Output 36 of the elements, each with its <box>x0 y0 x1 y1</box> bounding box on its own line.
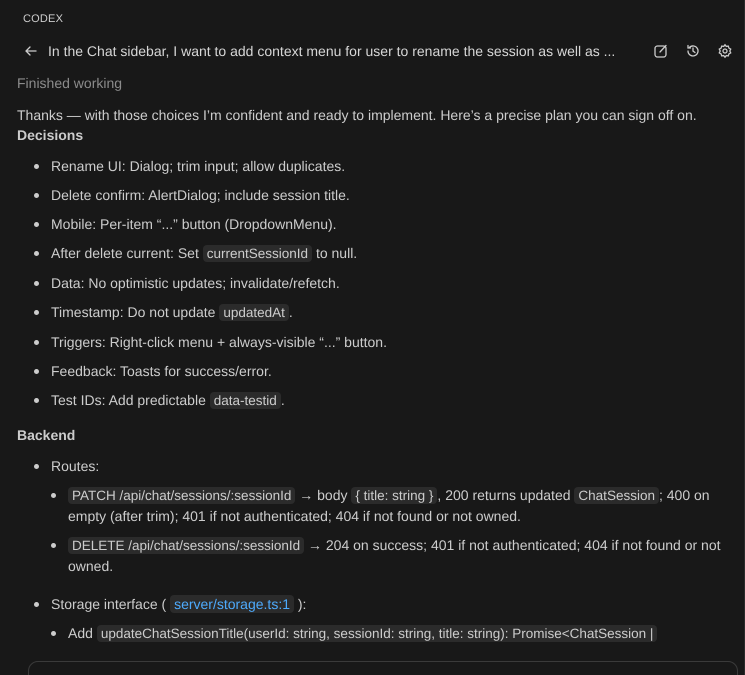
list-item-text: Routes: <box>51 457 100 476</box>
list-item-text: PATCH /api/chat/sessions/:sessionId → body { title: string } , 200 returns updated ChatSession ; 400 on empty (after trim); 401 if not authenticated; 404 if not found or not owned. <box>68 486 711 526</box>
message-paragraph: Thanks — with those choices I’m confident and ready to implement. Here’s a precise plan you can sign off on. <box>17 106 698 125</box>
chat-title: In the Chat sidebar, I want to add context menu for user to rename the session as well as ... <box>48 43 616 59</box>
bullet-icon <box>34 222 39 227</box>
list-item-text: Delete confirm: AlertDialog; include session title. <box>51 186 350 205</box>
list-item-text: Triggers: Right-click menu + always-visible “...” button. <box>51 333 387 352</box>
section-heading: Decisions <box>17 126 84 145</box>
bullet-icon <box>34 193 39 198</box>
list-item-text: Rename UI: Dialog; trim input; allow duplicates. <box>51 157 346 176</box>
list-item-text: Add updateChatSessionTitle(userId: string, sessionId: string, title: string): Promise<ChatSession | <box>68 623 658 644</box>
bullet-icon <box>34 340 39 345</box>
bullet-icon <box>34 602 39 607</box>
bullet-icon <box>34 251 39 256</box>
list-item-text: Data: No optimistic updates; invalidate/refetch. <box>51 274 340 293</box>
file-link[interactable]: server/storage.ts:1 <box>170 595 294 613</box>
list-item-text: After delete current: Set currentSessionId to null. <box>51 244 358 264</box>
section-heading: Backend <box>17 426 76 445</box>
bullet-icon <box>34 398 39 403</box>
bullet-icon <box>34 464 39 469</box>
list-item-text: Mobile: Per-item “...” button (DropdownMenu). <box>51 215 337 234</box>
bullet-icon <box>34 281 39 286</box>
list-item-text: Feedback: Toasts for success/error. <box>51 362 272 381</box>
panel-label: CODEX <box>22 12 64 27</box>
list-item-text: Storage interface ( server/storage.ts:1 ): <box>51 594 306 614</box>
bullet-icon <box>34 164 39 169</box>
bullet-icon <box>51 631 56 636</box>
bullet-icon <box>51 493 56 498</box>
list-item-text: Test IDs: Add predictable data-testid . <box>51 391 285 411</box>
settings-icon[interactable] <box>716 42 734 60</box>
bullet-icon <box>34 310 39 315</box>
bullet-icon <box>51 543 56 548</box>
status-text: Finished working <box>16 74 124 93</box>
list-item-text: Timestamp: Do not update updatedAt . <box>51 303 293 323</box>
list-item-text: DELETE /api/chat/sessions/:sessionId → 204 on success; 401 if not authenticated; 404 if not found or not owned. <box>68 536 722 576</box>
bullet-icon <box>34 369 39 374</box>
